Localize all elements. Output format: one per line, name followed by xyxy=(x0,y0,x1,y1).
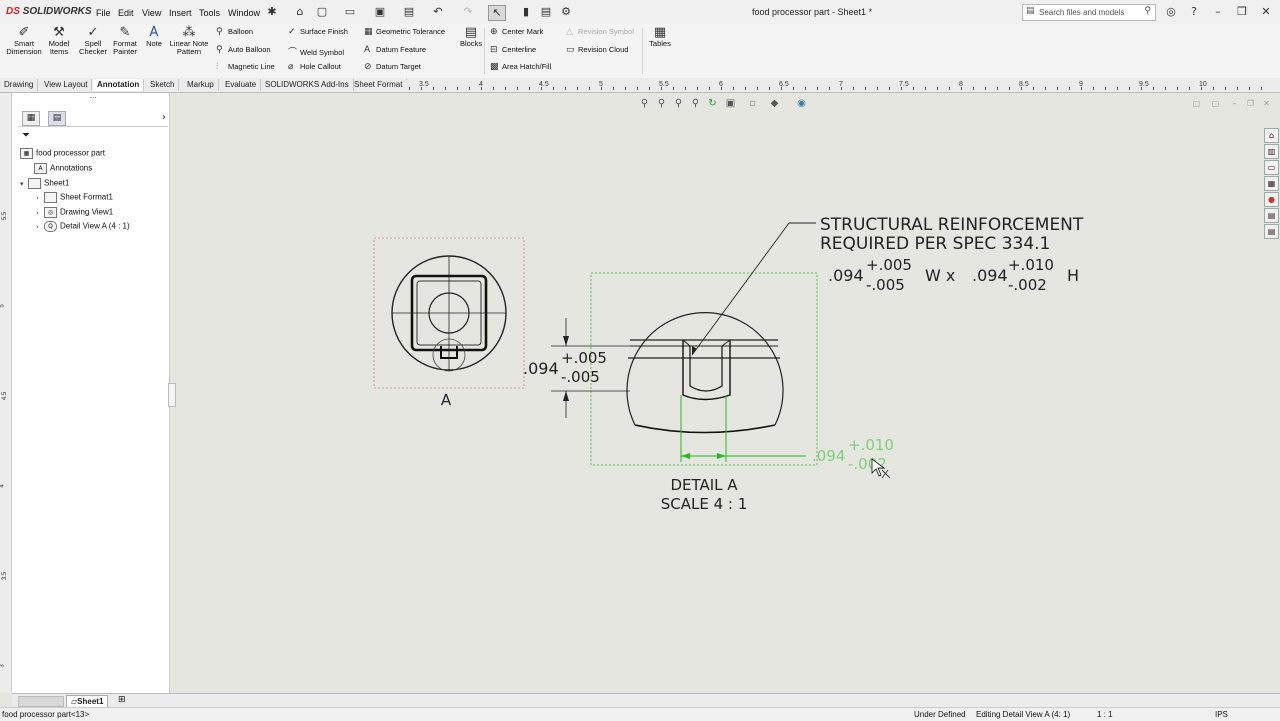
dim-v-base: .094 xyxy=(523,359,559,378)
sheet-tab-label: Sheet1 xyxy=(77,697,104,706)
note-h-minus: -.002 xyxy=(1008,276,1047,294)
structural-note[interactable]: STRUCTURAL REINFORCEMENT REQUIRED PER SP… xyxy=(691,215,1084,356)
note-h-suffix: H xyxy=(1067,266,1079,285)
slot-inner xyxy=(689,346,723,392)
slot-chamfer-r xyxy=(721,339,731,347)
dim-h-base: .094 xyxy=(812,447,845,465)
sheet-scroll-buttons[interactable] xyxy=(18,696,64,707)
arrow-left xyxy=(681,453,690,459)
detail-view-boundary xyxy=(590,272,818,466)
add-sheet-icon[interactable]: ⊞ xyxy=(118,695,126,705)
detail-scale[interactable]: SCALE 4 : 1 xyxy=(661,495,748,513)
vertical-dimension[interactable]: .094 +.005 -.005 xyxy=(523,318,630,418)
detail-arc xyxy=(626,312,784,426)
slot-chamfer-l xyxy=(682,339,691,347)
note-h-plus: +.010 xyxy=(1008,256,1054,274)
status-bar: food processor part<13> Under Defined Ed… xyxy=(0,707,1280,721)
status-units[interactable]: IPS xyxy=(1215,710,1228,719)
drawing-view-1[interactable]: A xyxy=(373,237,525,409)
status-scale[interactable]: 1 : 1 xyxy=(1097,710,1113,719)
note-h-base: .094 xyxy=(972,266,1008,285)
note-w-plus: +.005 xyxy=(866,256,912,274)
leader-arrow xyxy=(692,346,697,355)
note-line-1: STRUCTURAL REINFORCEMENT xyxy=(820,215,1084,235)
status-definition: Under Defined xyxy=(914,710,966,719)
detail-view-a[interactable]: DETAIL A SCALE 4 : 1 xyxy=(590,272,818,513)
drawing-sheet[interactable]: A DETAIL A SCALE 4 : 1 .094 +.005 -.005 … xyxy=(0,0,1280,720)
note-line-2: REQUIRED PER SPEC 334.1 xyxy=(820,234,1050,254)
detail-label-a[interactable]: A xyxy=(441,391,452,409)
detail-break-line xyxy=(634,424,776,434)
note-w-suffix: W x xyxy=(925,266,955,285)
note-w-minus: -.005 xyxy=(866,276,905,294)
arrow-up xyxy=(563,391,569,401)
note-leader xyxy=(691,222,790,356)
arrow-right xyxy=(717,453,726,459)
status-document: food processor part<13> xyxy=(2,710,90,719)
note-w-base: .094 xyxy=(828,266,864,285)
arrow-down xyxy=(563,336,569,346)
dim-v-minus: -.005 xyxy=(561,368,600,386)
dim-v-plus: +.005 xyxy=(561,349,607,367)
dim-h-minus: -.002 xyxy=(848,455,887,473)
sheet-tab-bar: ▱Sheet1 ⊞ xyxy=(12,693,1280,709)
dim-h-plus: +.010 xyxy=(848,436,894,454)
detail-title[interactable]: DETAIL A xyxy=(670,476,738,494)
status-editing: Editing Detail View A (4: 1) xyxy=(976,710,1071,719)
